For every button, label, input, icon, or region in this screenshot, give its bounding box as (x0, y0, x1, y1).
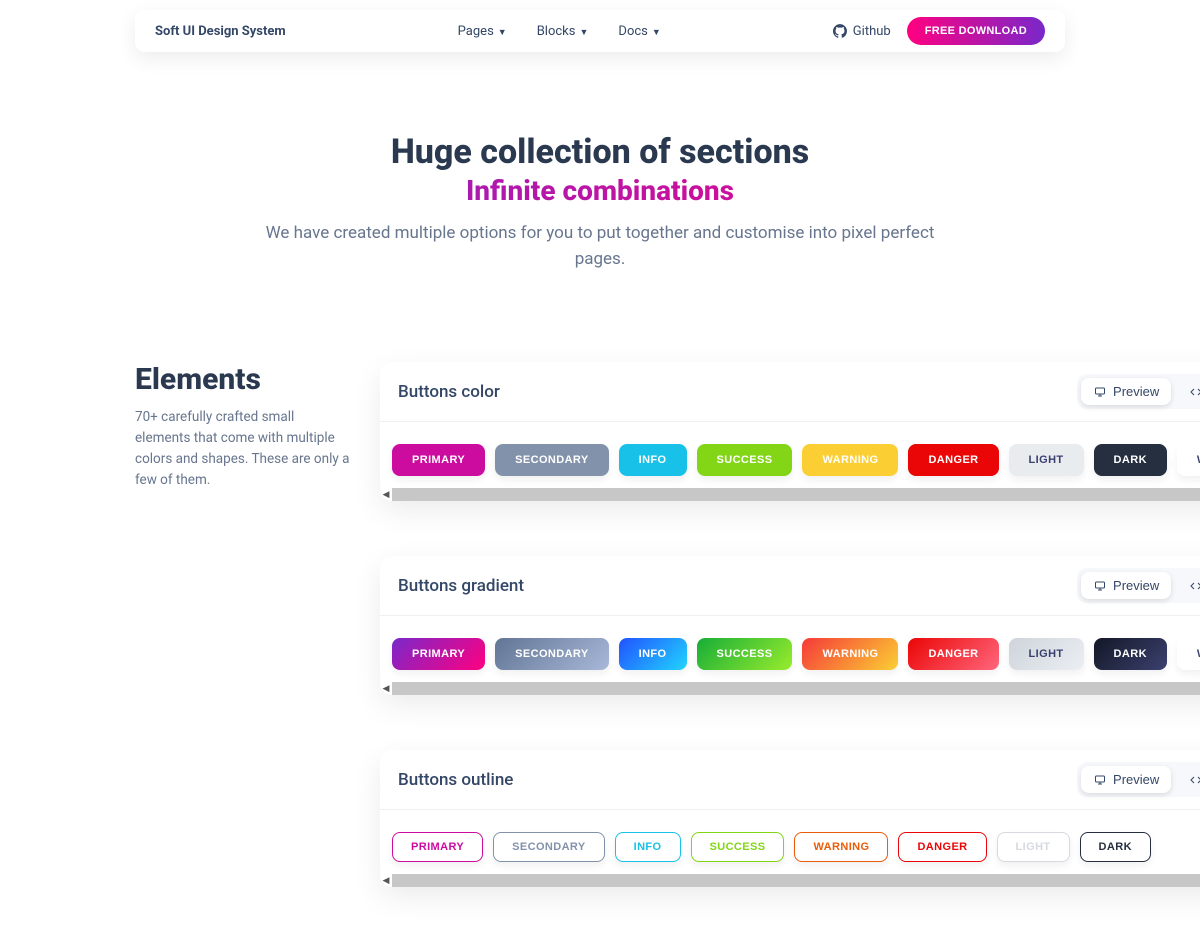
github-label: Github (853, 24, 891, 39)
preview-toggle[interactable]: Preview (1081, 766, 1171, 793)
nav-pages[interactable]: Pages ▼ (458, 24, 507, 39)
nav-docs-label: Docs (618, 24, 647, 39)
btn-outline-primary[interactable]: PRIMARY (392, 832, 483, 862)
github-icon (833, 24, 847, 38)
nav-pages-label: Pages (458, 24, 494, 39)
btn-dark[interactable]: DARK (1094, 444, 1167, 476)
preview-label: Preview (1113, 772, 1159, 787)
monitor-icon (1093, 386, 1107, 398)
btn-outline-light[interactable]: LIGHT (997, 832, 1070, 862)
btn-light[interactable]: LIGHT (1009, 444, 1084, 476)
main-column: Buttons color Preview Code PRIMARY SECON… (380, 362, 1200, 887)
code-icon (1189, 580, 1200, 592)
preview-toggle[interactable]: Preview (1081, 572, 1171, 599)
btn-info[interactable]: INFO (619, 638, 687, 670)
btn-danger[interactable]: DANGER (908, 638, 998, 670)
preview-toggle[interactable]: Preview (1081, 378, 1171, 405)
btn-danger[interactable]: DANGER (908, 444, 998, 476)
card-header: Buttons gradient Preview Code (380, 556, 1200, 616)
card-title: Buttons color (398, 382, 500, 402)
card-title: Buttons gradient (398, 576, 524, 596)
chevron-down-icon: ▼ (579, 27, 588, 38)
btn-warning[interactable]: WARNING (802, 444, 898, 476)
card-body: PRIMARY SECONDARY INFO SUCCESS WARNING D… (380, 422, 1200, 488)
github-link[interactable]: Github (833, 24, 891, 39)
preview-label: Preview (1113, 578, 1159, 593)
hero: Huge collection of sections Infinite com… (0, 132, 1200, 272)
card-header: Buttons outline Preview Code (380, 750, 1200, 810)
view-toggle: Preview Code (1077, 762, 1200, 797)
view-toggle: Preview Code (1077, 374, 1200, 409)
btn-white[interactable]: WHITE (1177, 638, 1200, 670)
nav-blocks[interactable]: Blocks▼ (537, 24, 589, 39)
chevron-down-icon: ▼ (652, 27, 661, 38)
chevron-down-icon: ▼ (498, 27, 507, 38)
btn-success[interactable]: SUCCESS (697, 638, 793, 670)
btn-outline-info[interactable]: INFO (615, 832, 681, 862)
navbar: Soft UI Design System Pages▼ Blocks▼ Doc… (135, 10, 1065, 52)
code-icon (1189, 386, 1200, 398)
hero-title: Huge collection of sections (60, 132, 1140, 172)
btn-warning[interactable]: WARNING (802, 638, 898, 670)
monitor-icon (1093, 580, 1107, 592)
card-buttons-color: Buttons color Preview Code PRIMARY SECON… (380, 362, 1200, 501)
nav-right: Github FREE DOWNLOAD (833, 17, 1045, 45)
btn-secondary[interactable]: SECONDARY (495, 444, 608, 476)
code-toggle[interactable]: Code (1177, 378, 1200, 405)
view-toggle: Preview Code (1077, 568, 1200, 603)
sidebar-text: 70+ carefully crafted small elements tha… (135, 407, 350, 491)
code-toggle[interactable]: Code (1177, 766, 1200, 793)
horizontal-scrollbar[interactable]: ◀▶ (380, 488, 1200, 501)
btn-primary[interactable]: PRIMARY (392, 638, 485, 670)
btn-outline-secondary[interactable]: SECONDARY (493, 832, 604, 862)
card-body: PRIMARY SECONDARY INFO SUCCESS WARNING D… (380, 616, 1200, 682)
btn-dark[interactable]: DARK (1094, 638, 1167, 670)
btn-light[interactable]: LIGHT (1009, 638, 1084, 670)
btn-outline-dark[interactable]: DARK (1080, 832, 1151, 862)
btn-outline-warning[interactable]: WARNING (794, 832, 888, 862)
hero-subtitle: Infinite combinations (60, 174, 1140, 207)
preview-label: Preview (1113, 384, 1159, 399)
card-buttons-gradient: Buttons gradient Preview Code PRIMARY SE… (380, 556, 1200, 695)
card-header: Buttons color Preview Code (380, 362, 1200, 422)
horizontal-scrollbar[interactable]: ◀▶ (380, 682, 1200, 695)
card-title: Buttons outline (398, 770, 513, 790)
horizontal-scrollbar[interactable]: ◀▶ (380, 874, 1200, 887)
btn-success[interactable]: SUCCESS (697, 444, 793, 476)
code-toggle[interactable]: Code (1177, 572, 1200, 599)
nav-blocks-label: Blocks (537, 24, 576, 39)
content-layout: Elements 70+ carefully crafted small ele… (0, 362, 1200, 947)
nav-docs[interactable]: Docs ▼ (618, 24, 660, 39)
code-icon (1189, 774, 1200, 786)
btn-outline-danger[interactable]: DANGER (898, 832, 986, 862)
btn-white[interactable]: WHITE (1177, 444, 1200, 476)
btn-outline-success[interactable]: SUCCESS (691, 832, 785, 862)
btn-primary[interactable]: PRIMARY (392, 444, 485, 476)
btn-secondary[interactable]: SECONDARY (495, 638, 608, 670)
brand[interactable]: Soft UI Design System (155, 24, 286, 39)
nav-center: Pages▼ Blocks▼ Docs▼ (286, 24, 833, 39)
sidebar: Elements 70+ carefully crafted small ele… (135, 362, 350, 491)
card-buttons-outline: Buttons outline Preview Code PRIMARY SEC… (380, 750, 1200, 887)
hero-lead: We have created multiple options for you… (60, 221, 1140, 272)
card-body: PRIMARY SECONDARY INFO SUCCESS WARNING D… (380, 810, 1200, 874)
sidebar-heading: Elements (135, 362, 350, 397)
btn-info[interactable]: INFO (619, 444, 687, 476)
monitor-icon (1093, 774, 1107, 786)
free-download-button[interactable]: FREE DOWNLOAD (907, 17, 1045, 45)
